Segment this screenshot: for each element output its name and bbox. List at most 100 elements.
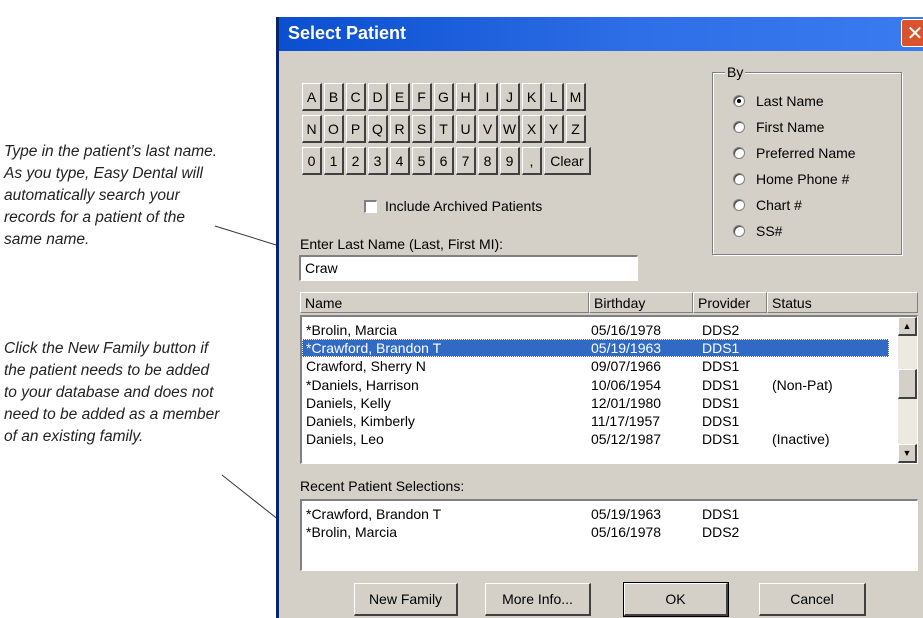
key-8[interactable]: 8 (478, 147, 498, 175)
key-7[interactable]: 7 (456, 147, 476, 175)
scroll-up-button[interactable]: ▲ (898, 317, 917, 336)
key-1[interactable]: 1 (324, 147, 344, 175)
list-item[interactable]: *Brolin, Marcia 05/16/1978 DDS2 (302, 523, 889, 541)
key-4[interactable]: 4 (390, 147, 410, 175)
key-r[interactable]: R (390, 115, 410, 143)
patient-status: (Non-Pat) (772, 376, 833, 393)
key-d[interactable]: D (368, 83, 388, 111)
keypad-row-1: ABCDEFGHIJKLM (302, 83, 593, 113)
table-row[interactable]: Daniels, Leo 05/12/1987 DDS1 (Inactive) (302, 430, 889, 448)
recent-selections-label: Recent Patient Selections: (300, 478, 465, 494)
key-v[interactable]: V (478, 115, 498, 143)
radio-button-icon[interactable] (733, 121, 745, 133)
key-f[interactable]: F (412, 83, 432, 111)
radio-chart[interactable]: Chart # (733, 197, 802, 213)
patient-birthday: 05/16/1978 (591, 322, 662, 338)
arrow-up-icon: ▲ (902, 321, 912, 331)
key-g[interactable]: G (434, 83, 454, 111)
key-a[interactable]: A (302, 83, 322, 111)
patient-name: *Brolin, Marcia (306, 322, 398, 338)
clear-key[interactable]: Clear (544, 147, 591, 175)
list-item[interactable]: *Crawford, Brandon T 05/19/1963 DDS1 (302, 505, 889, 523)
key-p[interactable]: P (346, 115, 366, 143)
key-o[interactable]: O (324, 115, 344, 143)
new-family-button[interactable]: New Family (354, 583, 458, 616)
patient-name: Crawford, Sherry N (306, 358, 426, 375)
key-s[interactable]: S (412, 115, 432, 143)
patient-name: *Daniels, Harrison (306, 376, 419, 393)
radio-button-icon[interactable] (733, 225, 745, 237)
radio-last-name[interactable]: Last Name (733, 93, 824, 109)
include-archived-checkbox[interactable]: Include Archived Patients (364, 198, 542, 214)
annotation-search-tip: Type in the patient’s last name. As you … (4, 143, 218, 248)
patient-list-scrollbar[interactable]: ▲ ▼ (898, 317, 917, 463)
key-k[interactable]: K (522, 83, 542, 111)
table-row[interactable]: *Crawford, Brandon T 05/19/1963 DDS1 (302, 339, 889, 358)
key-q[interactable]: Q (368, 115, 388, 143)
key-9[interactable]: 9 (500, 147, 520, 175)
key-u[interactable]: U (456, 115, 476, 143)
key-b[interactable]: B (324, 83, 344, 111)
patient-provider: DDS1 (702, 358, 740, 375)
table-row[interactable]: Crawford, Sherry N 09/07/1966 DDS1 (302, 357, 889, 375)
patient-birthday: 09/07/1966 (591, 358, 662, 375)
table-row[interactable]: Daniels, Kimberly 11/17/1957 DDS1 (302, 412, 889, 430)
key-c[interactable]: C (346, 83, 366, 111)
key-l[interactable]: L (544, 83, 564, 111)
key-i[interactable]: I (478, 83, 498, 111)
table-row[interactable]: *Brolin, Marcia 05/16/1978 DDS2 (302, 321, 889, 339)
key-t[interactable]: T (434, 115, 454, 143)
checkbox-box[interactable] (364, 199, 377, 213)
column-header-status[interactable]: Status (767, 292, 918, 313)
key-6[interactable]: 6 (434, 147, 454, 175)
radio-first-name[interactable]: First Name (733, 119, 824, 135)
last-name-search-input[interactable]: Craw (299, 255, 638, 281)
include-archived-label: Include Archived Patients (385, 198, 543, 214)
patient-list-header: Name Birthday Provider Status (300, 292, 918, 313)
key-w[interactable]: W (500, 115, 520, 143)
key-comma[interactable]: , (522, 147, 542, 175)
key-e[interactable]: E (390, 83, 410, 111)
cancel-button[interactable]: Cancel (759, 583, 866, 616)
close-button[interactable]: ✕ (901, 19, 923, 47)
patient-name: Daniels, Kimberly (306, 413, 415, 429)
scroll-thumb[interactable] (898, 369, 917, 399)
key-3[interactable]: 3 (368, 147, 388, 175)
table-row[interactable]: *Daniels, Harrison 10/06/1954 DDS1 (Non-Pat… (302, 376, 889, 394)
arrow-down-icon: ▼ (902, 448, 912, 458)
recent-patient-provider: DDS1 (702, 506, 740, 522)
key-z[interactable]: Z (566, 115, 586, 143)
patient-status: (Inactive) (772, 431, 830, 448)
key-5[interactable]: 5 (412, 147, 432, 175)
key-m[interactable]: M (566, 83, 586, 111)
recent-patient-name: *Crawford, Brandon T (306, 506, 442, 522)
keypad-row-3: 0 1 2 3 4 5 6 7 8 9, Clear (302, 147, 593, 177)
radio-button-icon[interactable] (733, 95, 745, 107)
key-h[interactable]: H (456, 83, 476, 111)
radio-label: Chart # (756, 197, 802, 213)
table-row[interactable]: Daniels, Kelly 12/01/1980 DDS1 (302, 394, 889, 412)
key-0[interactable]: 0 (302, 147, 322, 175)
key-2[interactable]: 2 (346, 147, 366, 175)
recent-patient-birthday: 05/16/1978 (591, 524, 662, 541)
key-y[interactable]: Y (544, 115, 564, 143)
title-bar[interactable]: Select Patient ✕ (279, 17, 923, 51)
key-x[interactable]: X (522, 115, 542, 143)
radio-button-icon[interactable] (733, 147, 745, 159)
recent-selections-list[interactable]: *Crawford, Brandon T 05/19/1963 DDS1 *Broli… (300, 499, 918, 571)
radio-button-icon[interactable] (733, 199, 745, 211)
scroll-down-button[interactable]: ▼ (898, 444, 917, 463)
radio-preferred-name[interactable]: Preferred Name (733, 145, 856, 161)
ok-button[interactable]: OK (623, 582, 729, 617)
key-n[interactable]: N (302, 115, 322, 143)
search-label: Enter Last Name (Last, First MI): (300, 236, 504, 252)
column-header-provider[interactable]: Provider (693, 292, 767, 313)
column-header-name[interactable]: Name (300, 292, 589, 313)
radio-ss[interactable]: SS# (733, 223, 782, 239)
radio-home-phone[interactable]: Home Phone # (733, 171, 849, 187)
patient-list[interactable]: Daniels, Leo 05/12/1987 DDS1 (Inactive) Dan… (300, 315, 918, 464)
radio-button-icon[interactable] (733, 173, 745, 185)
key-j[interactable]: J (500, 83, 520, 111)
column-header-birthday[interactable]: Birthday (589, 292, 693, 313)
more-info-button[interactable]: More Info... (485, 583, 591, 616)
